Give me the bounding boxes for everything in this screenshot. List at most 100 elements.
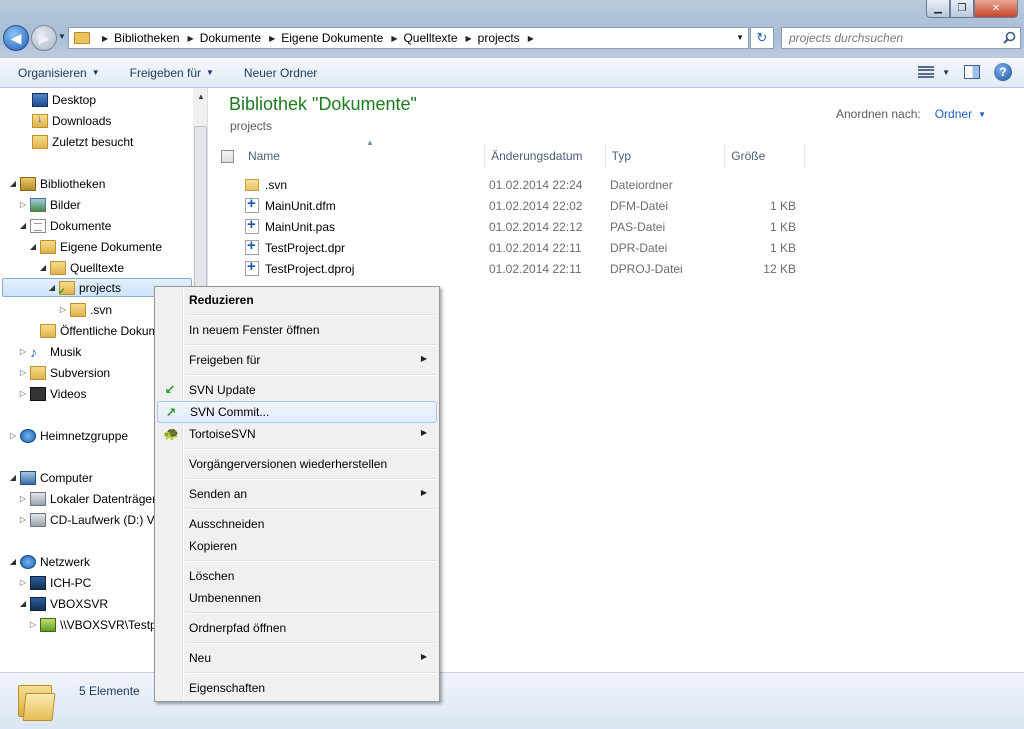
help-icon[interactable]: ? [994,63,1012,81]
chevron-right-icon[interactable]: ▶ [528,34,534,43]
search-input[interactable]: projects durchsuchen [781,27,1021,49]
expanded-arrow-icon[interactable]: ◢ [8,473,18,482]
tree-item-recent[interactable]: Zuletzt besucht [20,132,133,151]
menu-item-new[interactable]: Neu ▶ [157,647,437,669]
tree-item-network[interactable]: ◢ Netzwerk [8,552,90,571]
chevron-right-icon[interactable]: ▶ [466,34,472,43]
breadcrumb-item[interactable]: projects [478,31,520,45]
tree-item-label: Zuletzt besucht [52,134,134,149]
refresh-button[interactable]: ↻ [750,27,774,49]
breadcrumb-item[interactable]: Eigene Dokumente [281,31,383,45]
tree-item-public-documents[interactable]: Öffentliche Dokum [28,321,159,340]
chevron-right-icon[interactable]: ▶ [102,34,108,43]
tree-item-computer[interactable]: ◢ Computer [8,468,93,487]
breadcrumb-item[interactable]: Bibliotheken [114,31,179,45]
address-history-dropdown[interactable]: ▼ [736,33,744,42]
tree-item-videos[interactable]: ▷ Videos [18,384,86,403]
menu-item-svn-update[interactable]: ↙ SVN Update [157,379,437,401]
maximize-button[interactable]: ❐ [950,0,974,18]
tree-item-ich-pc[interactable]: ▷ ICH-PC [18,573,91,592]
forward-button[interactable]: ▶ [31,25,57,51]
menu-item-copy[interactable]: Kopieren [157,535,437,557]
pictures-icon [30,197,46,212]
arrange-by-dropdown[interactable]: Ordner [935,107,972,121]
tree-item-downloads[interactable]: Downloads [20,111,111,130]
chevron-right-icon[interactable]: ▶ [391,34,397,43]
tree-item-local-disk[interactable]: ▷ Lokaler Datenträger [18,489,156,508]
collapsed-arrow-icon[interactable]: ▷ [18,200,28,209]
organize-button[interactable]: Organisieren ▼ [18,66,100,80]
scroll-up-icon[interactable]: ▲ [197,92,205,101]
menu-item-restore-previous-versions[interactable]: Vorgängerversionen wiederherstellen [157,453,437,475]
expanded-arrow-icon[interactable]: ◢ [28,242,38,251]
file-row[interactable]: MainUnit.dfm 01.02.2014 22:02 DFM-Datei … [245,195,796,216]
collapsed-arrow-icon[interactable]: ▷ [28,620,38,629]
change-view-button[interactable]: ▼ [918,66,950,78]
tree-item-pictures[interactable]: ▷ Bilder [18,195,81,214]
collapsed-arrow-icon[interactable]: ▷ [18,494,28,503]
tree-item-cd-drive[interactable]: ▷ CD-Laufwerk (D:) Vi [18,510,157,529]
collapsed-arrow-icon[interactable]: ▷ [18,578,28,587]
menu-item-send-to[interactable]: Senden an ▶ [157,483,437,505]
menu-item-collapse[interactable]: Reduzieren [157,289,437,311]
expanded-arrow-icon[interactable]: ◢ [18,221,28,230]
expanded-arrow-icon[interactable]: ◢ [38,263,48,272]
tree-item-libraries[interactable]: ◢ Bibliotheken [8,174,105,193]
tree-item-desktop[interactable]: Desktop [20,90,96,109]
column-header-date[interactable]: Änderungsdatum [485,144,606,168]
tree-item-svn[interactable]: ▷ .svn [58,300,112,319]
collapsed-arrow-icon[interactable]: ▷ [18,368,28,377]
menu-item-tortoisesvn[interactable]: 🐢 TortoiseSVN ▶ [157,423,437,445]
address-bar[interactable]: ▶ Bibliotheken ▶ Dokumente ▶ Eigene Doku… [68,27,749,49]
menu-item-rename[interactable]: Umbenennen [157,587,437,609]
expanded-arrow-icon[interactable]: ◢ [18,599,28,608]
menu-item-open-new-window[interactable]: In neuem Fenster öffnen [157,319,437,341]
tree-item-vboxsvr-share[interactable]: ▷ \\VBOXSVR\Testp [28,615,157,634]
menu-item-delete[interactable]: Löschen [157,565,437,587]
breadcrumb-item[interactable]: Quelltexte [403,31,457,45]
breadcrumb-item[interactable]: Dokumente [200,31,261,45]
tree-item-my-documents[interactable]: ◢ Eigene Dokumente [28,237,162,256]
chevron-right-icon[interactable]: ▶ [188,34,194,43]
menu-item-share-with[interactable]: Freigeben für ▶ [157,349,437,371]
menu-item-properties[interactable]: Eigenschaften [157,677,437,699]
tree-item-vboxsvr[interactable]: ◢ VBOXSVR [18,594,108,613]
tree-item-music[interactable]: ▷ ♪ Musik [18,342,81,361]
close-button[interactable]: ✕ [974,0,1018,18]
new-folder-button[interactable]: Neuer Ordner [244,66,317,80]
chevron-right-icon[interactable]: ▶ [269,34,275,43]
tree-item-subversion[interactable]: ▷ Subversion [18,363,110,382]
menu-item-svn-commit[interactable]: ↗ SVN Commit... [157,401,437,423]
tree-item-documents[interactable]: ◢ Dokumente [18,216,111,235]
back-button[interactable]: ◀ [3,25,29,51]
chevron-down-icon[interactable]: ▼ [978,110,986,121]
collapsed-arrow-icon[interactable]: ▷ [18,347,28,356]
expanded-arrow-icon[interactable]: ◢ [8,179,18,188]
column-header-type[interactable]: Typ [606,144,726,168]
menu-item-cut[interactable]: Ausschneiden [157,513,437,535]
network-share-icon [40,617,56,632]
search-icon[interactable] [1003,31,1016,44]
collapsed-arrow-icon[interactable]: ▷ [8,431,18,440]
select-all-checkbox[interactable] [221,149,234,163]
chevron-down-icon: ▼ [206,68,214,77]
collapsed-arrow-icon[interactable]: ▷ [18,389,28,398]
file-row[interactable]: TestProject.dpr 01.02.2014 22:11 DPR-Dat… [245,237,796,258]
column-header-size[interactable]: Größe [725,144,805,168]
tree-item-homegroup[interactable]: ▷ Heimnetzgruppe [8,426,128,445]
menu-item-open-folder-path[interactable]: Ordnerpfad öffnen [157,617,437,639]
file-row[interactable]: .svn 01.02.2014 22:24 Dateiordner [245,174,796,195]
expanded-arrow-icon[interactable]: ◢ [8,557,18,566]
file-row[interactable]: MainUnit.pas 01.02.2014 22:12 PAS-Datei … [245,216,796,237]
column-header-name[interactable]: Name ▲ [242,138,486,168]
recent-pages-dropdown[interactable]: ▼ [58,32,66,41]
file-row[interactable]: TestProject.dproj 01.02.2014 22:11 DPROJ… [245,258,796,279]
minimize-button[interactable]: ▁ [926,0,950,18]
preview-pane-icon[interactable] [964,65,980,79]
expanded-arrow-icon[interactable]: ◢ [47,283,57,292]
tree-item-label: Eigene Dokumente [60,239,163,254]
tree-item-quelltexte[interactable]: ◢ Quelltexte [38,258,124,277]
share-with-button[interactable]: Freigeben für ▼ [130,66,214,80]
collapsed-arrow-icon[interactable]: ▷ [58,305,68,314]
collapsed-arrow-icon[interactable]: ▷ [18,515,28,524]
